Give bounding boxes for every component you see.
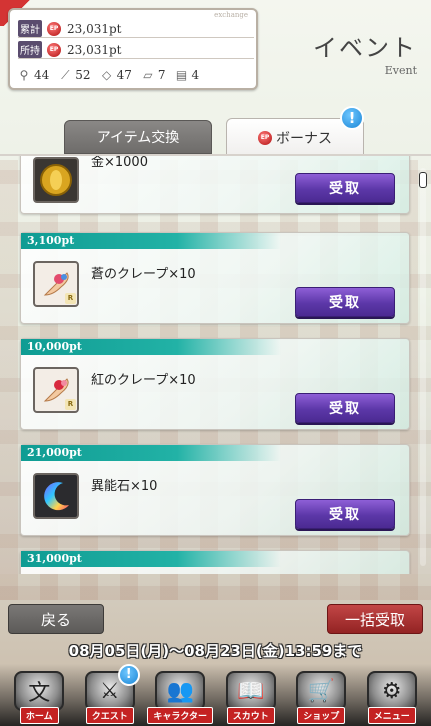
item-stat: ◇ 47: [99, 68, 132, 82]
gears-icon: ⚙: [366, 671, 417, 711]
nav-label: ショップ: [297, 707, 346, 724]
scrollbar-thumb[interactable]: [419, 172, 427, 188]
reward-card: 10,000pt R 紅のクレープ×10 受取: [20, 338, 410, 430]
nav-label: メニュー: [367, 707, 416, 724]
jar-icon: ▤: [175, 68, 188, 82]
page-title: イベント: [313, 34, 417, 62]
back-button[interactable]: 戻る: [8, 604, 104, 634]
item-inventory: ⚲ 44 ⟋ 52 ◇ 47 ▱ 7 ▤ 4: [16, 67, 200, 83]
rainbow-crescent-icon: [33, 473, 79, 519]
reward-name: 金×1000: [91, 155, 148, 170]
reward-name: 異能石×10: [91, 479, 158, 494]
nav-quest[interactable]: ⚔ クエスト !: [76, 664, 144, 724]
nav-scout[interactable]: 📖 スカウト: [217, 666, 285, 724]
total-points-row: 累計 EP 23,031pt: [18, 20, 254, 38]
crepe-icon: R: [33, 261, 79, 307]
page-subtitle: Event: [384, 64, 417, 77]
item-count: 47: [116, 68, 132, 82]
nav-home[interactable]: 文 ホーム: [5, 666, 73, 724]
broom-icon: ⟋: [61, 67, 70, 82]
total-points-value: 23,031pt: [67, 21, 122, 36]
item-stat: ▤ 4: [173, 68, 199, 82]
nav-shop[interactable]: 🛒 ショップ: [287, 666, 355, 724]
reward-list[interactable]: 金×1000 受取 3,100pt R 蒼のクレープ×10 受取 10,000p…: [0, 154, 431, 574]
claim-all-button[interactable]: 一括受取: [327, 604, 423, 634]
item-count: 52: [75, 68, 91, 82]
ep-badge-icon: EP: [47, 42, 61, 57]
item-count: 44: [34, 68, 50, 82]
notification-badge-icon: !: [117, 664, 140, 686]
tab-item-exchange[interactable]: アイテム交換: [64, 120, 212, 154]
notification-badge-icon: !: [340, 106, 364, 130]
owned-points-value: 23,031pt: [67, 42, 122, 57]
tab-label: アイテム交換: [96, 130, 180, 146]
item-stat: ▱ 7: [140, 68, 166, 82]
nav-character[interactable]: 👥 キャラクター: [146, 666, 214, 724]
ep-badge-icon: EP: [47, 21, 61, 36]
reward-threshold: 10,000pt: [21, 339, 281, 355]
item-count: 7: [157, 68, 166, 82]
owned-points-row: 所持 EP 23,031pt: [18, 41, 254, 59]
claim-button[interactable]: 受取: [295, 393, 395, 423]
nav-label: クエスト: [85, 707, 134, 724]
points-panel: exchange 累計 EP 23,031pt 所持 EP 23,031pt ⚲…: [8, 8, 258, 90]
reward-card: 31,000pt: [20, 550, 410, 574]
tab-label: ボーナス: [276, 130, 332, 147]
reward-threshold: 3,100pt: [21, 233, 281, 249]
owned-label: 所持: [18, 41, 42, 58]
item-stat: ⟋ 52: [57, 67, 91, 83]
characters-icon: 👥: [155, 671, 206, 711]
shop-cart-icon: 🛒: [296, 671, 347, 711]
nav-menu[interactable]: ⚙ メニュー: [358, 666, 426, 724]
candy-icon: ◇: [101, 68, 112, 82]
scrollbar-track[interactable]: [420, 168, 426, 566]
claim-button[interactable]: 受取: [295, 173, 395, 203]
rarity-badge: R: [65, 399, 76, 410]
reward-card: 金×1000 受取: [20, 155, 410, 214]
reward-name: 蒼のクレープ×10: [91, 267, 196, 282]
reward-card: 21,000pt 異能石×10 受取: [20, 444, 410, 536]
ep-badge-icon: EP: [258, 130, 272, 145]
rarity-badge: R: [65, 293, 76, 304]
bottom-nav: 文 ホーム ⚔ クエスト ! 👥 キャラクター 📖 スカウト 🛒 ショップ ⚙ …: [0, 664, 431, 726]
item-count: 4: [191, 68, 200, 82]
reward-threshold: 31,000pt: [21, 551, 281, 567]
crepe-icon: R: [33, 367, 79, 413]
reward-name: 紅のクレープ×10: [91, 373, 196, 388]
item-stat: ⚲ 44: [16, 68, 50, 82]
magnifier-icon: ⚲: [19, 68, 29, 82]
gold-coin-icon: [33, 157, 79, 203]
nav-label: スカウト: [226, 707, 275, 724]
header: exchange 累計 EP 23,031pt 所持 EP 23,031pt ⚲…: [0, 0, 431, 120]
event-period: 08月05日(月)〜08月23日(金)13:59まで: [68, 642, 363, 660]
reward-threshold: 21,000pt: [21, 445, 281, 461]
scout-book-icon: 📖: [225, 671, 276, 711]
scroll-icon: ▱: [143, 68, 153, 82]
nav-label: キャラクター: [147, 707, 214, 724]
reward-card: 3,100pt R 蒼のクレープ×10 受取: [20, 232, 410, 324]
claim-button[interactable]: 受取: [295, 499, 395, 529]
book-home-icon: 文: [14, 671, 65, 711]
nav-label: ホーム: [19, 707, 59, 724]
exchange-tag: exchange: [214, 11, 248, 19]
claim-button[interactable]: 受取: [295, 287, 395, 317]
total-label: 累計: [18, 20, 42, 37]
